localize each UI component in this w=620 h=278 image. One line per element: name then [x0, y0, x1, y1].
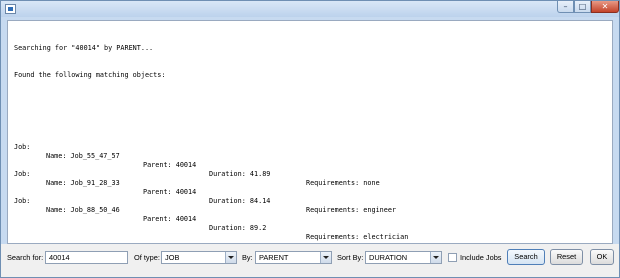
- result-name: Name: Job_91_28_33: [46, 179, 120, 187]
- result-row: Job: Name: Job_88_50_46 Parent: 40014 Du…: [14, 188, 606, 241]
- result-type: Job:: [14, 143, 31, 151]
- sort-by-label: Sort By:: [337, 253, 364, 262]
- results-text-area[interactable]: Searching for "40014" by PARENT... Found…: [7, 20, 613, 244]
- by-label: By:: [242, 253, 253, 262]
- java-app-icon: [5, 4, 16, 14]
- result-row: Job: Name: Job_55_47_57 Parent: 40014 Du…: [14, 134, 606, 187]
- ok-button[interactable]: OK: [590, 249, 614, 265]
- title-bar: – □ ✕: [1, 1, 619, 17]
- reset-button[interactable]: Reset: [550, 249, 583, 265]
- of-type-value: JOB: [165, 253, 180, 262]
- search-for-label: Search for:: [7, 253, 44, 262]
- found-header-line: Found the following matching objects:: [14, 71, 166, 79]
- search-for-input[interactable]: 40014: [45, 251, 128, 264]
- result-duration: Duration: 84.14: [209, 197, 271, 205]
- sort-by-select[interactable]: DURATION: [365, 251, 442, 264]
- search-button[interactable]: Search: [507, 249, 545, 265]
- chevron-down-icon[interactable]: [320, 252, 331, 263]
- search-dialog-window: – □ ✕ Searching for "40014" by PARENT...…: [0, 0, 620, 278]
- include-jobs-label: Include Jobs: [460, 253, 502, 262]
- result-requirements: Requirements: electrician: [306, 233, 409, 241]
- result-name: Name: Job_88_50_46: [46, 206, 120, 214]
- by-value: PARENT: [259, 253, 289, 262]
- of-type-label: Of type:: [134, 253, 160, 262]
- chevron-down-icon[interactable]: [430, 252, 441, 263]
- minimize-button[interactable]: –: [557, 1, 574, 13]
- result-parent: Parent: 40014: [143, 215, 197, 223]
- of-type-select[interactable]: JOB: [161, 251, 237, 264]
- result-duration: Duration: 41.89: [209, 170, 271, 178]
- result-requirements: Requirements: engineer: [306, 206, 397, 214]
- result-requirements: Requirements: none: [306, 179, 380, 187]
- sort-by-value: DURATION: [369, 253, 408, 262]
- maximize-button[interactable]: □: [574, 1, 591, 13]
- result-row: Job: Name: Job_91_28_33 Parent: 40014 Du…: [14, 161, 606, 214]
- result-duration: Duration: 89.2: [209, 224, 267, 232]
- close-button[interactable]: ✕: [591, 1, 619, 13]
- result-type: Job:: [14, 197, 31, 205]
- search-header-line: Searching for "40014" by PARENT...: [14, 44, 154, 52]
- by-select[interactable]: PARENT: [255, 251, 332, 264]
- result-type: Job:: [14, 170, 31, 178]
- chevron-down-icon[interactable]: [225, 252, 236, 263]
- result-name: Name: Job_55_47_57: [46, 152, 120, 160]
- include-jobs-checkbox[interactable]: [448, 253, 457, 262]
